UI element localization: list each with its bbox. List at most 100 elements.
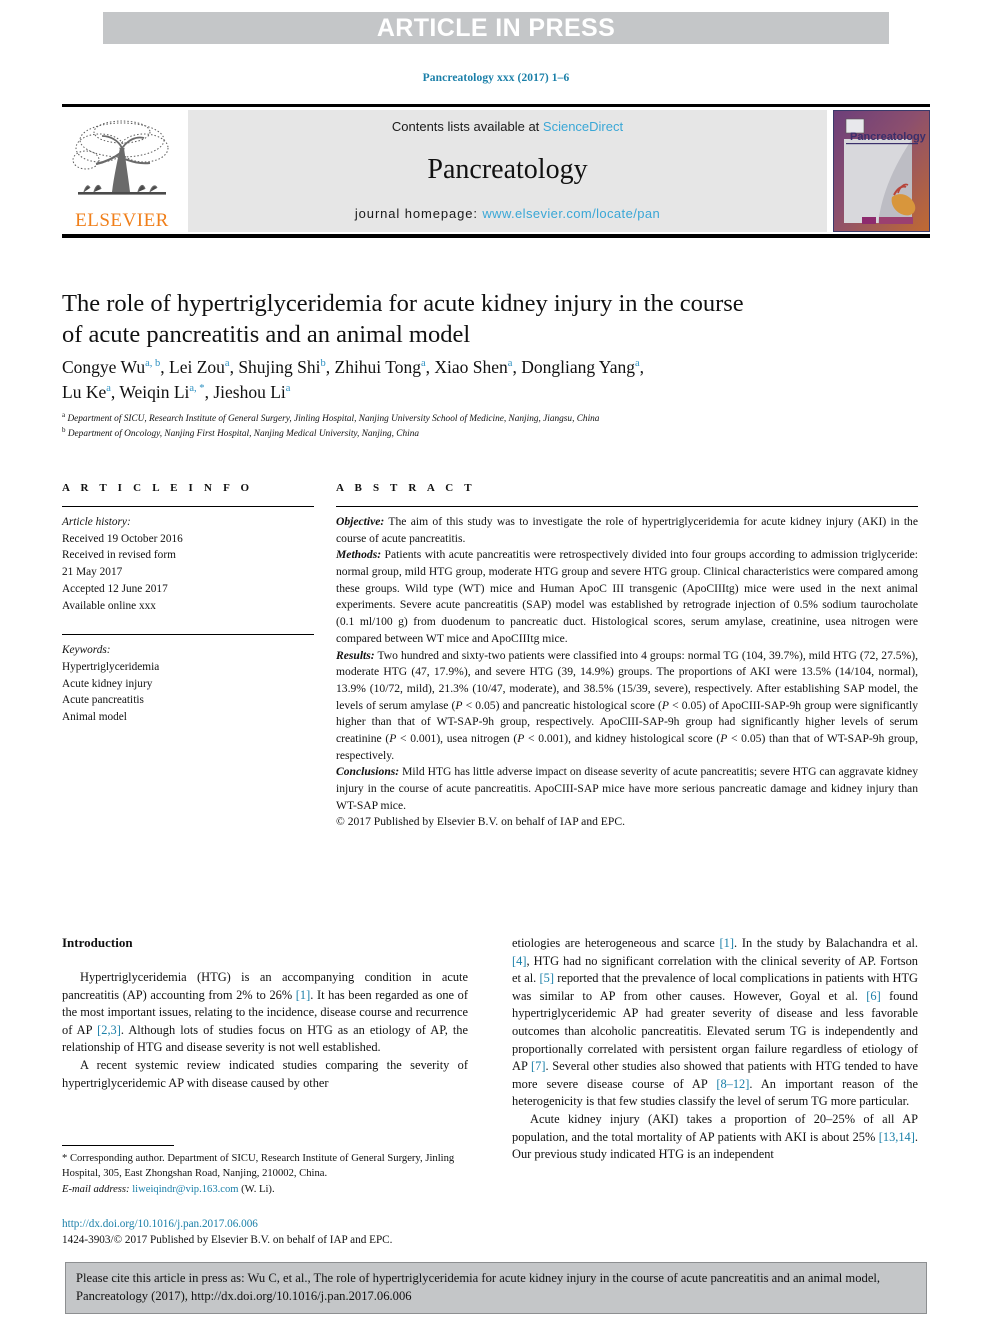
- title-line-2: of acute pancreatitis and an animal mode…: [62, 321, 471, 349]
- abstract-column: A B S T R A C T Objective: The aim of th…: [336, 482, 918, 831]
- affiliation-b-text: Department of Oncology, Nanjing First Ho…: [67, 429, 420, 440]
- history-line: Available online xxx: [62, 599, 156, 612]
- keyword-item: Animal model: [62, 711, 127, 724]
- keywords-rule: [62, 634, 314, 636]
- sciencedirect-box: Contents lists available at ScienceDirec…: [188, 110, 827, 232]
- doi-block: http://dx.doi.org/10.1016/j.pan.2017.06.…: [62, 1216, 562, 1248]
- homepage-prefix: journal homepage:: [354, 206, 483, 221]
- keyword-item: Acute pancreatitis: [62, 694, 144, 707]
- history-line: Received in revised form: [62, 549, 176, 562]
- footnote-rule: [62, 1145, 174, 1146]
- author-name[interactable]: Jieshou Li: [213, 382, 285, 402]
- author-name[interactable]: Xiao Shen: [434, 357, 507, 377]
- abstract-methods: Methods: Patients with acute pancreatiti…: [336, 547, 918, 647]
- masthead-top-rule: [62, 104, 930, 107]
- contents-list-line: Contents lists available at ScienceDirec…: [392, 119, 623, 134]
- keywords-label: Keywords:: [62, 644, 111, 657]
- footnote-text: * Corresponding author. Department of SI…: [62, 1151, 468, 1197]
- contents-prefix: Contents lists available at: [391, 119, 543, 134]
- author-name[interactable]: Congye Wu: [62, 357, 145, 377]
- author-affil-marker: a: [285, 383, 291, 395]
- article-info-rule: [62, 506, 314, 507]
- article-info-heading: A R T I C L E I N F O: [62, 482, 254, 494]
- author-name[interactable]: Dongliang Yang: [521, 357, 635, 377]
- abstract-heading: A B S T R A C T: [336, 482, 476, 494]
- paragraph: Acute kidney injury (AKI) takes a propor…: [512, 1112, 918, 1162]
- author-name[interactable]: Zhihui Tong: [335, 357, 421, 377]
- abstract-methods-label: Methods:: [336, 548, 382, 562]
- article-info-column: A R T I C L E I N F O Article history: R…: [62, 482, 314, 726]
- author-affil-marker: a: [224, 358, 230, 370]
- affiliation-a-marker: a: [62, 410, 66, 419]
- abstract-conclusions-label: Conclusions:: [336, 765, 400, 779]
- paragraph: A recent systemic review indicated studi…: [62, 1058, 468, 1090]
- abstract-objective-label: Objective:: [336, 515, 385, 528]
- cover-artwork: Pancreatology: [834, 111, 929, 231]
- author-affil-marker: b: [320, 358, 326, 370]
- author-list: Congye Wua, b, Lei Zoua, Shujing Shib, Z…: [62, 357, 645, 402]
- affiliation-b-marker: b: [62, 426, 66, 435]
- introduction-left-text: Hypertriglyceridemia (HTG) is an accompa…: [62, 969, 468, 1092]
- abstract-objective: Objective: The aim of this study was to …: [336, 514, 918, 547]
- paragraph: Hypertriglyceridemia (HTG) is an accompa…: [62, 970, 469, 1055]
- email-owner: (W. Li).: [238, 1183, 275, 1195]
- title-line-1: The role of hypertriglyceridemia for acu…: [62, 290, 744, 317]
- author-name[interactable]: Lei Zou: [169, 357, 225, 377]
- abstract-copyright: © 2017 Published by Elsevier B.V. on beh…: [336, 815, 625, 829]
- history-line: Received 19 October 2016: [62, 532, 183, 545]
- journal-masthead: ELSEVIER Contents lists available at Sci…: [62, 104, 930, 238]
- article-history-label: Article history:: [62, 516, 131, 528]
- introduction-heading: Introduction: [62, 935, 133, 950]
- elsevier-wordmark: ELSEVIER: [75, 210, 169, 231]
- author-affil-marker: a: [106, 383, 111, 395]
- author-affil-marker: a: [634, 358, 640, 370]
- journal-cover-thumbnail: Pancreatology: [833, 110, 930, 232]
- affiliations: a Department of SICU, Research Institute…: [62, 410, 918, 443]
- keywords-block: Keywords: Hypertriglyceridemia Acute kid…: [62, 642, 314, 726]
- journal-title: Pancreatology: [427, 154, 588, 185]
- keyword-item: Hypertriglyceridemia: [62, 661, 160, 674]
- author-name[interactable]: Weiqin Li: [119, 382, 189, 402]
- affiliation-a: a Department of SICU, Research Institute…: [62, 410, 918, 427]
- author-affil-marker: a: [420, 358, 426, 370]
- running-head: Pancreatology xxx (2017) 1–6: [422, 72, 570, 84]
- article-in-press-banner: ARTICLE IN PRESS: [103, 12, 889, 44]
- abstract-results-label: Results:: [336, 648, 375, 662]
- abstract-conclusions: Conclusions: Mild HTG has little adverse…: [336, 764, 918, 814]
- journal-homepage-link[interactable]: www.elsevier.com/locate/pan: [482, 206, 660, 221]
- issn-copyright-line: 1424-3903/© 2017 Published by Elsevier B…: [62, 1234, 393, 1247]
- author-affil-marker: a, b: [145, 358, 161, 370]
- abstract-body: Objective: The aim of this study was to …: [336, 514, 918, 831]
- author-affil-marker: a, *: [189, 383, 205, 395]
- abstract-rule: [336, 506, 918, 507]
- article-history-block: Article history: Received 19 October 201…: [62, 514, 314, 614]
- paper-page: ARTICLE IN PRESS Pancreatology xxx (2017…: [0, 0, 992, 1323]
- page-title: The role of hypertriglyceridemia for acu…: [62, 288, 918, 350]
- email-address-label: E-mail address:: [62, 1183, 130, 1195]
- keyword-item: Acute kidney injury: [62, 677, 153, 690]
- citation-notice-box: Please cite this article in press as: Wu…: [65, 1262, 927, 1314]
- author-name[interactable]: Shujing Shi: [238, 357, 320, 377]
- author-name[interactable]: Lu Ke: [62, 382, 106, 402]
- abstract-results: Results: Two hundred and sixty-two patie…: [336, 648, 918, 765]
- article-in-press-label: ARTICLE IN PRESS: [376, 13, 616, 42]
- affiliation-b: b Department of Oncology, Nanjing First …: [62, 427, 918, 442]
- sciencedirect-link[interactable]: ScienceDirect: [543, 119, 623, 134]
- affiliation-a-text: Department of SICU, Research Institute o…: [67, 414, 600, 424]
- citation-notice-text: Please cite this article in press as: Wu…: [76, 1271, 881, 1303]
- paragraph: etiologies are heterogeneous and scarce …: [512, 936, 918, 1109]
- doi-link[interactable]: http://dx.doi.org/10.1016/j.pan.2017.06.…: [62, 1216, 562, 1232]
- elsevier-tree-icon: [72, 120, 169, 195]
- elsevier-logo: ELSEVIER: [62, 110, 182, 232]
- abstract-conclusions-text: Mild HTG has little adverse impact on di…: [336, 765, 918, 812]
- history-line: 21 May 2017: [62, 566, 123, 579]
- introduction-left-column: Introduction Hypertriglyceridemia (HTG) …: [62, 935, 468, 1092]
- abstract-methods-text: Patients with acute pancreatitis were re…: [336, 548, 918, 645]
- masthead-bottom-rule: [62, 234, 930, 238]
- svg-text:Pancreatology: Pancreatology: [850, 131, 927, 143]
- abstract-objective-text: The aim of this study was to investigate…: [336, 515, 918, 545]
- abstract-results-text: Two hundred and sixty-two patients were …: [336, 648, 919, 762]
- history-line: Accepted 12 June 2017: [62, 582, 168, 595]
- email-address-link[interactable]: liweiqindr@vip.163.com: [132, 1184, 238, 1195]
